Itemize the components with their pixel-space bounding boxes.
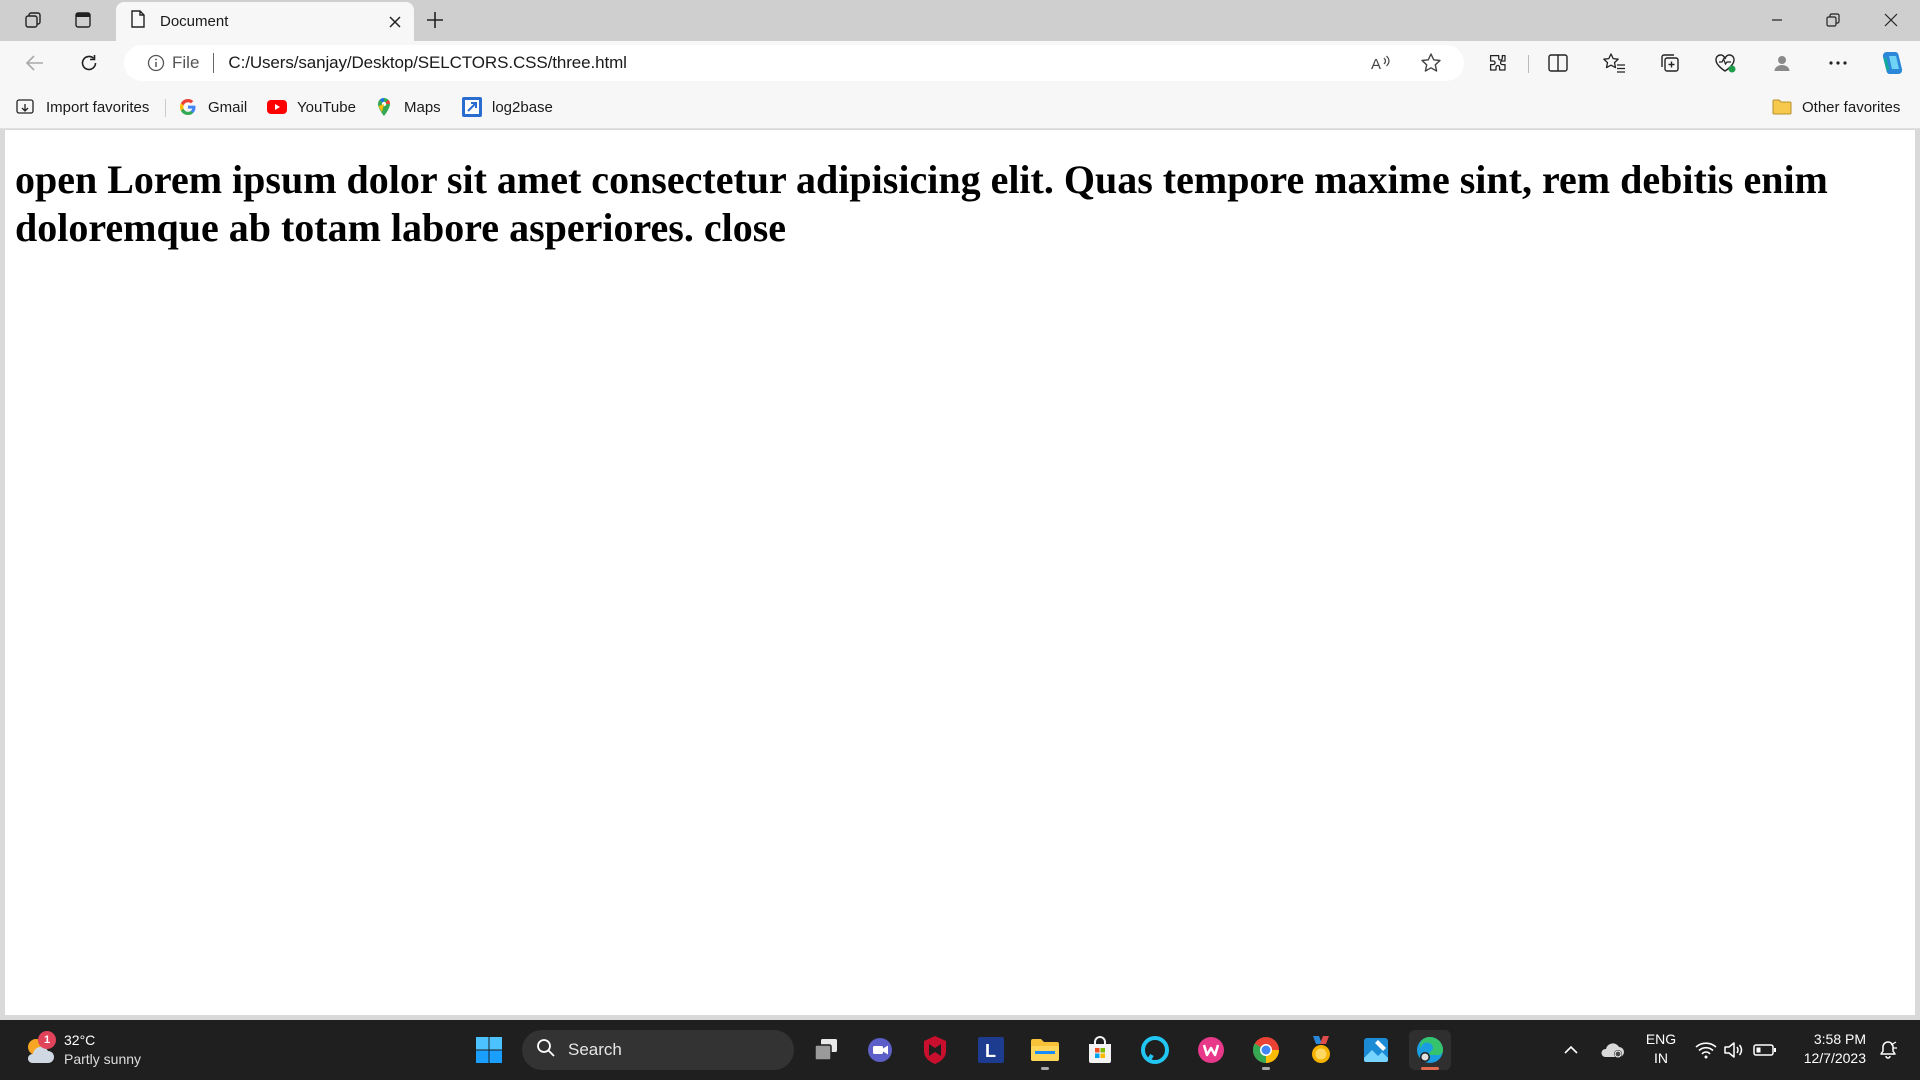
new-tab-button[interactable] [420,6,450,34]
wifi-icon[interactable] [1692,1030,1720,1070]
collections-icon[interactable] [1652,47,1688,79]
address-bar-row: File C:/Users/sanjay/Desktop/SELCTORS.CS… [0,41,1920,85]
system-clock[interactable]: 3:58 PM 12/7/2023 [1790,1030,1866,1068]
more-options-icon[interactable] [1820,47,1856,79]
region-code: IN [1654,1050,1668,1066]
notifications-bell-icon[interactable] [1874,1030,1902,1070]
taskbar-search[interactable]: Search [522,1030,794,1070]
youtube-icon [267,97,287,117]
task-view-icon[interactable] [805,1030,847,1070]
tab-title: Document [160,13,229,30]
import-favorites-icon [16,97,36,117]
achievement-medal-icon[interactable] [1300,1030,1342,1070]
refresh-button[interactable] [72,47,106,79]
close-window-button[interactable] [1862,0,1920,40]
windows-taskbar: 1 32°C Partly sunny Search L ENG IN 3:58… [0,1020,1920,1080]
volume-icon[interactable] [1720,1030,1748,1070]
search-label: Search [568,1040,622,1059]
favorite-import-favorites[interactable]: Import favorites [16,95,149,119]
scheme-label: File [172,53,200,72]
back-button[interactable] [18,47,52,79]
clock-time: 3:58 PM [1813,1031,1866,1047]
favorite-label: YouTube [297,98,356,116]
favorite-label: Maps [404,98,441,116]
copilot-icon[interactable] [1874,47,1910,79]
favorite-log2base[interactable]: log2base [462,95,553,119]
chrome-icon[interactable] [1245,1030,1287,1070]
start-button[interactable] [468,1030,510,1070]
show-hidden-icons-chevron-up-icon[interactable] [1556,1030,1586,1070]
close-tab-icon[interactable] [382,9,408,35]
file-explorer-icon[interactable] [1024,1030,1066,1070]
weather-temperature: 32°C [64,1032,96,1048]
favorite-star-icon[interactable] [1416,49,1446,77]
favorite-label: Gmail [208,98,248,116]
url-text[interactable]: C:/Users/sanjay/Desktop/SELCTORS.CSS/thr… [228,53,627,73]
vertical-tabs-icon[interactable] [68,6,98,34]
alexa-icon[interactable] [1134,1030,1176,1070]
language-indicator[interactable]: ENG IN [1640,1030,1682,1068]
edge-browser-icon[interactable] [1409,1030,1451,1070]
extensions-icon[interactable] [1480,47,1516,79]
address-bar[interactable]: File C:/Users/sanjay/Desktop/SELCTORS.CS… [124,45,1464,81]
browser-title-bar: Document [0,0,1920,41]
profile-avatar-icon[interactable] [1764,47,1800,79]
battery-icon[interactable] [1750,1030,1780,1070]
language-code: ENG [1645,1031,1677,1047]
log2base-icon [462,97,482,117]
other-favorites-label: Other favorites [1802,98,1901,116]
svg-text:L: L [985,1041,996,1061]
partly-sunny-icon: 1 [22,1031,56,1067]
page-icon [130,10,146,33]
weather-widget[interactable]: 1 32°C Partly sunny [22,1028,172,1072]
folder-icon [1772,97,1792,117]
svg-text:A: A [1371,56,1381,73]
minimize-button[interactable] [1748,0,1806,40]
page-heading: open Lorem ipsum dolor sit amet consecte… [15,157,1828,250]
google-icon [178,97,198,117]
favorite-label: Import favorites [46,98,150,116]
info-icon[interactable] [146,53,166,73]
address-separator [213,53,215,73]
maps-icon [374,97,394,117]
lenovo-app-icon[interactable]: L [970,1030,1012,1070]
mcafee-icon[interactable] [914,1030,956,1070]
running-indicator [1262,1067,1270,1070]
toolbar-separator [1528,55,1529,73]
photos-app-icon[interactable] [1355,1030,1397,1070]
favorites-icon[interactable] [1596,47,1632,79]
tab-document[interactable]: Document [116,2,414,41]
microsoft-store-icon[interactable] [1079,1030,1121,1070]
clock-date: 12/7/2023 [1803,1050,1866,1066]
active-window-indicator [1421,1067,1439,1070]
split-screen-icon[interactable] [1540,47,1576,79]
favorites-separator [165,99,166,117]
workspaces-icon[interactable] [18,6,48,34]
favorite-gmail[interactable]: Gmail [178,95,247,119]
read-aloud-icon[interactable]: A [1366,49,1396,77]
favorite-youtube[interactable]: YouTube [267,95,356,119]
onedrive-cloud-icon[interactable] [1596,1030,1628,1070]
browser-essentials-icon[interactable] [1707,47,1743,79]
page-viewport: open Lorem ipsum dolor sit amet consecte… [5,130,1915,1015]
favorite-label: log2base [492,98,553,116]
wps-office-icon[interactable] [1190,1030,1232,1070]
restore-button[interactable] [1804,0,1862,40]
favorite-maps[interactable]: Maps [374,95,441,119]
weather-description: Partly sunny [64,1051,142,1067]
teams-meet-icon[interactable] [859,1030,901,1070]
running-indicator [1041,1067,1049,1070]
weather-notification-badge: 1 [38,1031,56,1049]
search-icon [536,1038,556,1063]
other-favorites-folder[interactable]: Other favorites [1772,95,1900,119]
favorites-bar: Import favorites Gmail YouTube Maps log2… [0,85,1920,129]
